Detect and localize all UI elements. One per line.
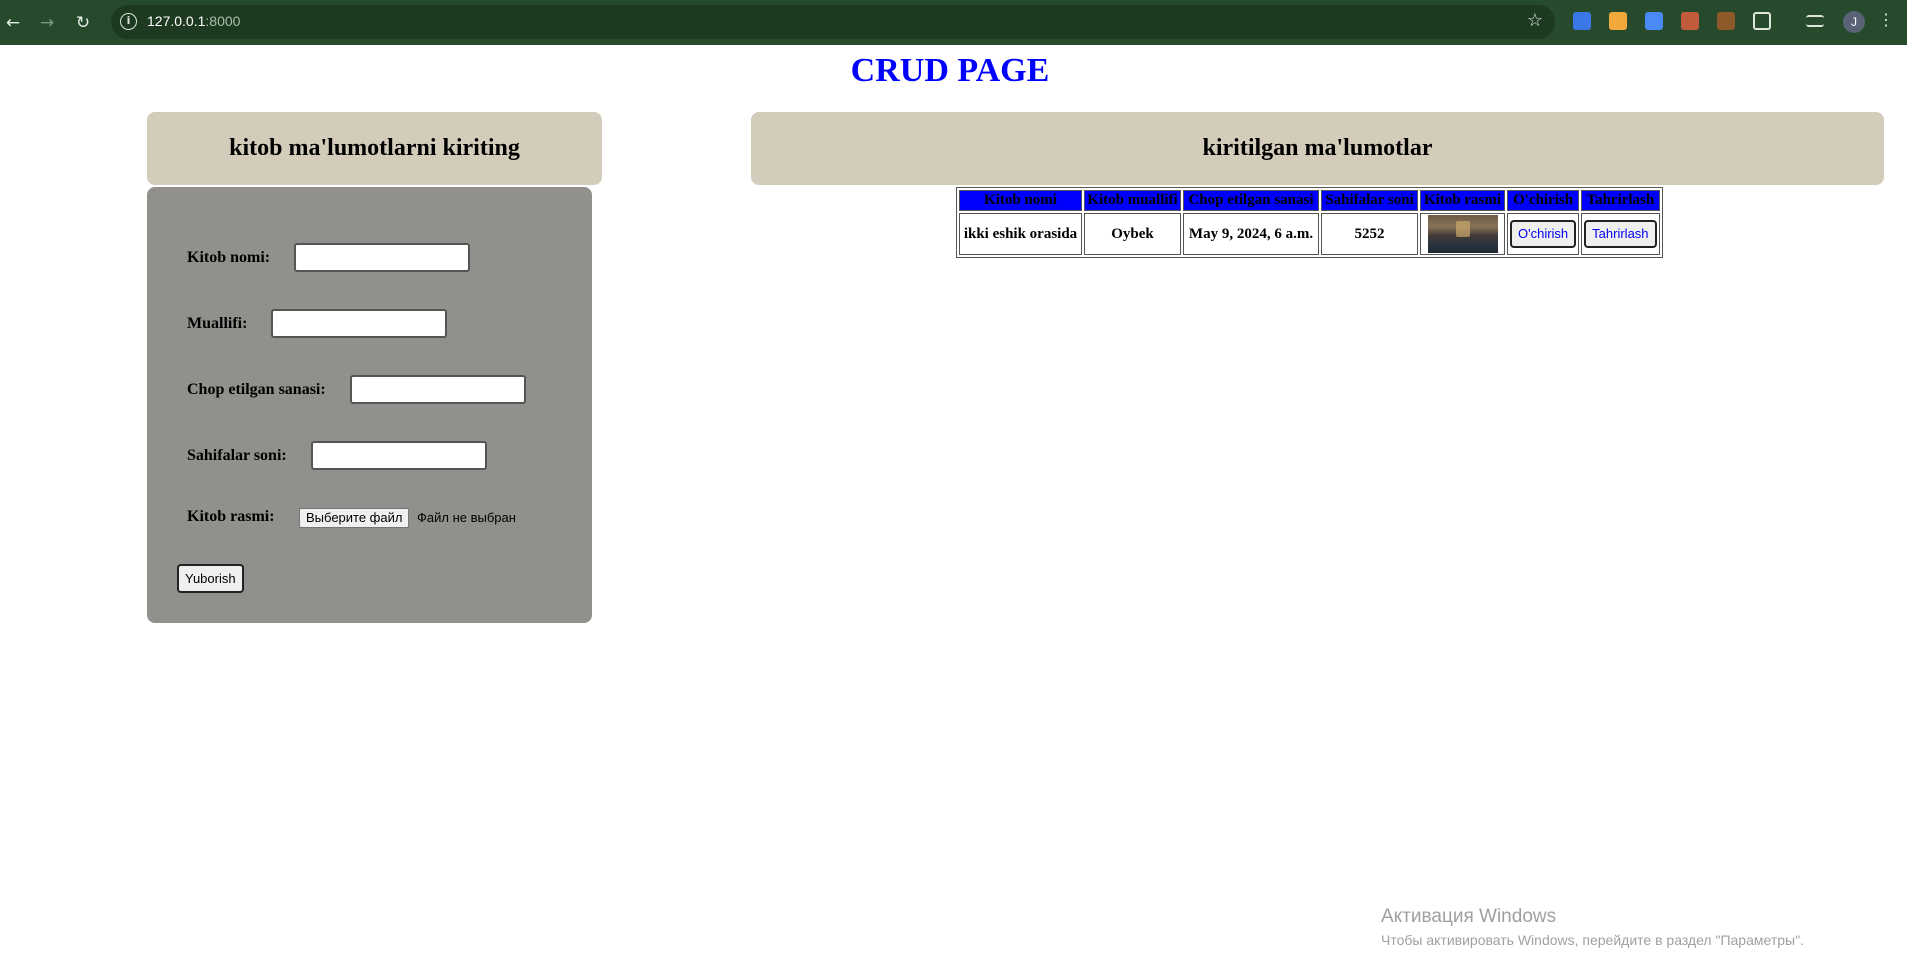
column-header: O'chirish — [1507, 190, 1580, 211]
table-header-row: Kitob nomi Kitob muallifi Chop etilgan s… — [959, 190, 1660, 211]
translate-extension-icon[interactable] — [1573, 12, 1591, 30]
form-panel-header: kitob ma'lumotlarni kiriting — [147, 112, 602, 185]
books-table: Kitob nomi Kitob muallifi Chop etilgan s… — [956, 187, 1663, 258]
title-label: Kitob nomi: — [187, 249, 271, 266]
extension-icon[interactable] — [1609, 12, 1627, 30]
extensions-puzzle-icon[interactable] — [1753, 12, 1771, 30]
browser-menu-icon[interactable]: ⋮ — [1878, 10, 1894, 29]
reload-icon[interactable]: ↻ — [70, 10, 96, 36]
pages-input[interactable] — [311, 441, 487, 470]
url-port: :8000 — [205, 13, 241, 29]
image-label: Kitob rasmi: — [187, 508, 275, 525]
profile-avatar[interactable]: J — [1843, 11, 1865, 33]
bookmark-star-icon[interactable]: ☆ — [1527, 10, 1543, 31]
book-date-cell: May 9, 2024, 6 a.m. — [1183, 213, 1319, 255]
site-info-icon[interactable]: i — [120, 13, 137, 30]
book-cover-image — [1427, 215, 1498, 253]
table-panel-header: kiritilgan ma'lumotlar — [751, 112, 1884, 185]
column-header: Kitob rasmi — [1420, 190, 1505, 211]
column-header: Sahifalar soni — [1321, 190, 1418, 211]
book-image-cell — [1420, 213, 1505, 255]
edit-button[interactable]: Tahrirlash — [1584, 220, 1657, 248]
url-text[interactable]: 127.0.0.1:8000 — [147, 13, 240, 29]
browser-toolbar: ← → ↻ i 127.0.0.1:8000 ☆ J ⋮ — [0, 0, 1907, 45]
pages-label: Sahifalar soni: — [187, 447, 287, 464]
column-header: Kitob nomi — [959, 190, 1082, 211]
date-input[interactable] — [350, 375, 526, 404]
extension-icon[interactable] — [1645, 12, 1663, 30]
author-input[interactable] — [271, 309, 447, 338]
file-status-text: Файл не выбран — [417, 510, 516, 525]
column-header: Kitob muallifi — [1084, 190, 1181, 211]
page-title: CRUD PAGE — [850, 52, 1050, 89]
book-form: Kitob nomi: Muallifi: Chop etilgan sanas… — [147, 187, 592, 623]
author-label: Muallifi: — [187, 315, 248, 332]
windows-activation-title: Активация Windows — [1381, 906, 1557, 927]
book-pages-cell: 5252 — [1321, 213, 1418, 255]
title-input[interactable] — [294, 243, 470, 272]
extension-icon[interactable] — [1717, 12, 1735, 30]
address-bar[interactable]: i 127.0.0.1:8000 ☆ — [111, 5, 1555, 39]
submit-button[interactable]: Yuborish — [177, 564, 244, 593]
delete-cell: O'chirish — [1507, 213, 1580, 255]
date-label: Chop etilgan sanasi: — [187, 381, 326, 398]
url-host: 127.0.0.1 — [147, 13, 206, 29]
back-icon[interactable]: ← — [0, 10, 26, 36]
windows-activation-subtitle: Чтобы активировать Windows, перейдите в … — [1381, 932, 1804, 948]
book-author-cell: Oybek — [1084, 213, 1181, 255]
forward-icon[interactable]: → — [34, 10, 60, 36]
column-header: Tahrirlash — [1581, 190, 1660, 211]
table-row: ikki eshik orasida Oybek May 9, 2024, 6 … — [959, 213, 1660, 255]
edit-cell: Tahrirlash — [1581, 213, 1660, 255]
extension-icon[interactable] — [1681, 12, 1699, 30]
reading-list-icon[interactable] — [1806, 15, 1824, 27]
book-title-cell: ikki eshik orasida — [959, 213, 1082, 255]
delete-button[interactable]: O'chirish — [1510, 220, 1577, 248]
column-header: Chop etilgan sanasi — [1183, 190, 1319, 211]
choose-file-button[interactable]: Выберите файл — [299, 508, 410, 528]
